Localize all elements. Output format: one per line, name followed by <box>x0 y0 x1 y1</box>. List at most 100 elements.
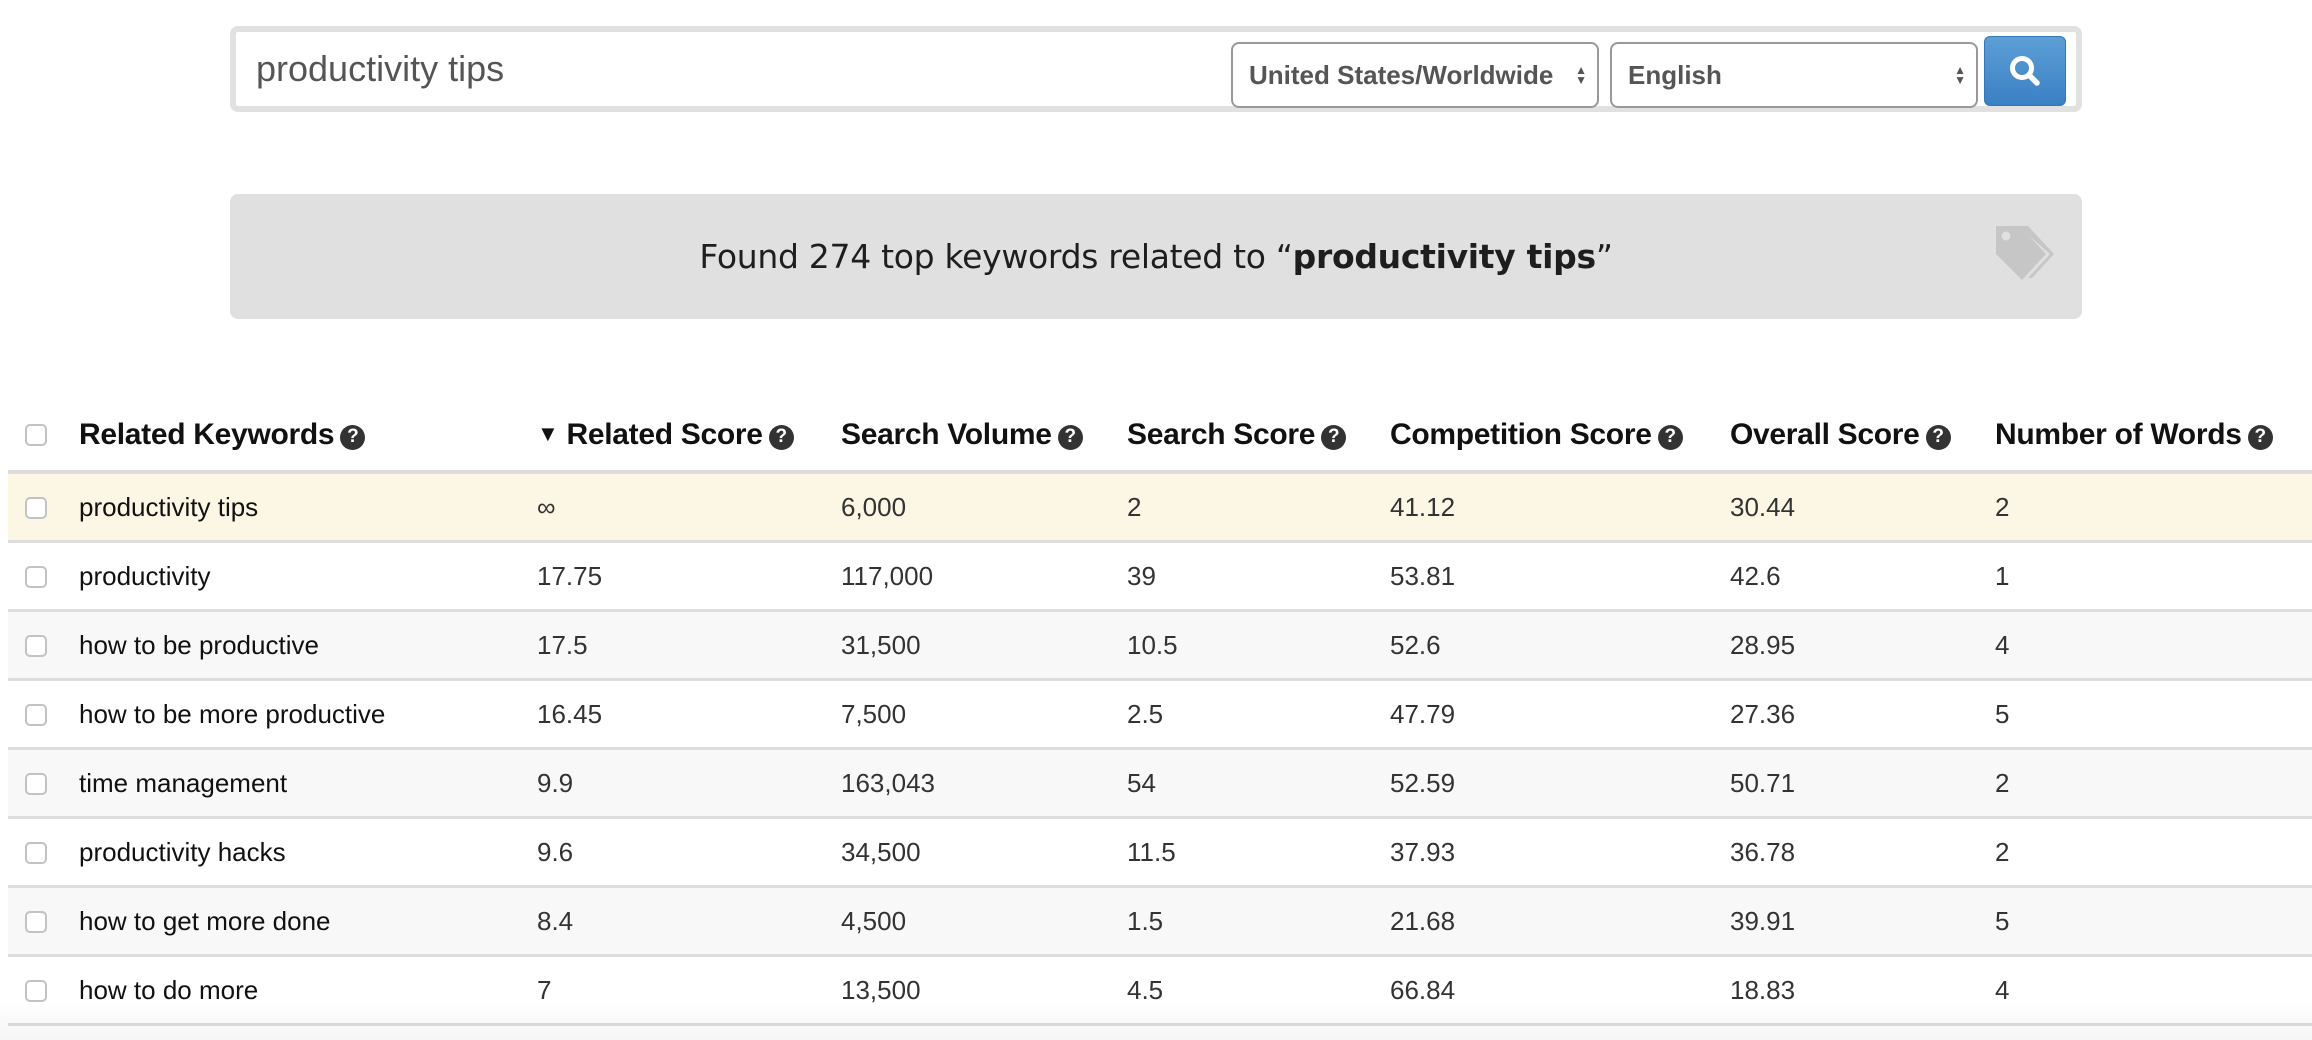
row-checkbox[interactable] <box>25 496 47 519</box>
column-header-search-volume[interactable]: Search Volume? <box>841 400 1127 474</box>
language-select[interactable]: English ▲ ▼ <box>1610 42 1978 108</box>
word-count-cell: 2 <box>1995 817 2312 888</box>
overall-score-cell: 18.83 <box>1730 955 1995 1026</box>
results-banner: Found 274 top keywords related to “produ… <box>230 194 2082 319</box>
search-bar: United States/Worldwide ▲▼ English ▲▼ <box>230 26 2082 112</box>
row-select-cell <box>8 748 79 819</box>
column-header-related-score[interactable]: ▼ Related Score? <box>537 400 841 474</box>
row-checkbox[interactable] <box>25 910 47 933</box>
country-select-value: United States/Worldwide <box>1249 59 1554 90</box>
search-volume-cell: 7,500 <box>841 679 1127 750</box>
overall-score-cell: 42.6 <box>1730 541 1995 612</box>
table-row[interactable]: how to do more 7 13,500 4.5 66.84 18.83 4 <box>8 955 2312 1026</box>
search-score-cell: 1.5 <box>1127 886 1390 957</box>
search-score-cell: 2.5 <box>1127 679 1390 750</box>
keyword-cell[interactable]: productivity hacks <box>79 817 537 888</box>
search-button[interactable] <box>1984 36 2066 106</box>
help-icon[interactable]: ? <box>340 424 366 450</box>
overall-score-cell: 36.78 <box>1730 817 1995 888</box>
help-icon[interactable]: ? <box>1321 424 1347 450</box>
tags-icon <box>1996 226 2054 280</box>
row-select-cell <box>8 541 79 612</box>
search-icon <box>2010 56 2040 86</box>
column-header-number-of-words[interactable]: Number of Words? <box>1995 400 2312 474</box>
results-summary: Found 274 top keywords related to “produ… <box>699 237 1613 276</box>
row-checkbox[interactable] <box>25 565 47 588</box>
column-header-related-keywords[interactable]: Related Keywords? <box>79 400 537 474</box>
row-select-cell <box>8 886 79 957</box>
column-header-overall-score[interactable]: Overall Score? <box>1730 400 1995 474</box>
table-row[interactable]: how to be more productive 16.45 7,500 2.5 47… <box>8 679 2312 750</box>
competition-score-cell: 37.93 <box>1390 817 1730 888</box>
keyword-cell[interactable]: how to be more productive <box>79 679 537 750</box>
search-score-cell: 2 <box>1127 472 1390 543</box>
table-row[interactable]: how to get more done 8.4 4,500 1.5 21.68 39.9… <box>8 886 2312 957</box>
select-all-checkbox[interactable] <box>25 424 47 446</box>
related-score-cell: 9.6 <box>537 817 841 888</box>
keyword-cell[interactable]: how to do more <box>79 955 537 1026</box>
table-row[interactable]: productivity tips ∞ 6,000 2 41.12 30.44 2 <box>8 472 2312 543</box>
search-volume-cell: 31,500 <box>841 610 1127 681</box>
row-checkbox[interactable] <box>25 841 47 864</box>
row-checkbox[interactable] <box>25 772 47 795</box>
row-select-cell <box>8 610 79 681</box>
sort-descending-icon[interactable]: ▼ <box>537 421 559 446</box>
table-row[interactable]: productivity 17.75 117,000 39 53.81 42.6 1 <box>8 541 2312 612</box>
related-score-cell: 17.5 <box>537 610 841 681</box>
search-score-cell: 39 <box>1127 541 1390 612</box>
overall-score-cell: 27.36 <box>1730 679 1995 750</box>
keyword-cell[interactable]: how to be productive <box>79 610 537 681</box>
search-volume-cell: 163,043 <box>841 748 1127 819</box>
search-volume-cell: 13,500 <box>841 955 1127 1026</box>
related-score-cell: ∞ <box>537 472 841 543</box>
search-volume-cell: 117,000 <box>841 541 1127 612</box>
keyword-cell[interactable]: productivity tips <box>79 472 537 543</box>
search-score-cell: 10.5 <box>1127 610 1390 681</box>
competition-score-cell: 52.6 <box>1390 610 1730 681</box>
overall-score-cell: 30.44 <box>1730 472 1995 543</box>
related-score-cell: 16.45 <box>537 679 841 750</box>
help-icon[interactable]: ? <box>768 424 794 450</box>
competition-score-cell: 47.79 <box>1390 679 1730 750</box>
word-count-cell: 1 <box>1995 541 2312 612</box>
row-checkbox[interactable] <box>25 634 47 657</box>
search-score-cell: 11.5 <box>1127 817 1390 888</box>
select-arrows-icon: ▲ ▼ <box>1954 63 1966 87</box>
results-query: productivity tips <box>1292 237 1596 276</box>
keywords-table-body: productivity tips ∞ 6,000 2 41.12 30.44 2 produ… <box>8 472 2312 1026</box>
country-select[interactable]: United States/Worldwide ▲ ▼ <box>1231 42 1599 108</box>
keyword-cell[interactable]: productivity <box>79 541 537 612</box>
table-row[interactable]: productivity hacks 9.6 34,500 11.5 37.93 36.7… <box>8 817 2312 888</box>
help-icon[interactable]: ? <box>1925 424 1951 450</box>
word-count-cell: 2 <box>1995 748 2312 819</box>
table-row[interactable]: how to be productive 17.5 31,500 10.5 52.6 28… <box>8 610 2312 681</box>
related-score-cell: 7 <box>537 955 841 1026</box>
row-select-cell <box>8 817 79 888</box>
keyword-cell[interactable]: time management <box>79 748 537 819</box>
select-all-cell <box>8 400 79 474</box>
search-volume-cell: 6,000 <box>841 472 1127 543</box>
help-icon[interactable]: ? <box>1657 424 1683 450</box>
row-checkbox[interactable] <box>25 703 47 726</box>
competition-score-cell: 66.84 <box>1390 955 1730 1026</box>
word-count-cell: 4 <box>1995 610 2312 681</box>
help-icon[interactable]: ? <box>2247 424 2273 450</box>
overall-score-cell: 50.71 <box>1730 748 1995 819</box>
search-volume-cell: 4,500 <box>841 886 1127 957</box>
related-score-cell: 9.9 <box>537 748 841 819</box>
competition-score-cell: 53.81 <box>1390 541 1730 612</box>
keyword-cell[interactable]: how to get more done <box>79 886 537 957</box>
word-count-cell: 5 <box>1995 679 2312 750</box>
row-checkbox[interactable] <box>25 979 47 1002</box>
column-header-search-score[interactable]: Search Score? <box>1127 400 1390 474</box>
overall-score-cell: 39.91 <box>1730 886 1995 957</box>
keyword-search-input[interactable] <box>256 40 1216 98</box>
competition-score-cell: 41.12 <box>1390 472 1730 543</box>
word-count-cell: 4 <box>1995 955 2312 1026</box>
column-header-competition-score[interactable]: Competition Score? <box>1390 400 1730 474</box>
row-select-cell <box>8 472 79 543</box>
language-select-value: English <box>1628 59 1722 90</box>
related-score-cell: 17.75 <box>537 541 841 612</box>
help-icon[interactable]: ? <box>1057 424 1083 450</box>
table-row[interactable]: time management 9.9 163,043 54 52.59 50.71 2 <box>8 748 2312 819</box>
